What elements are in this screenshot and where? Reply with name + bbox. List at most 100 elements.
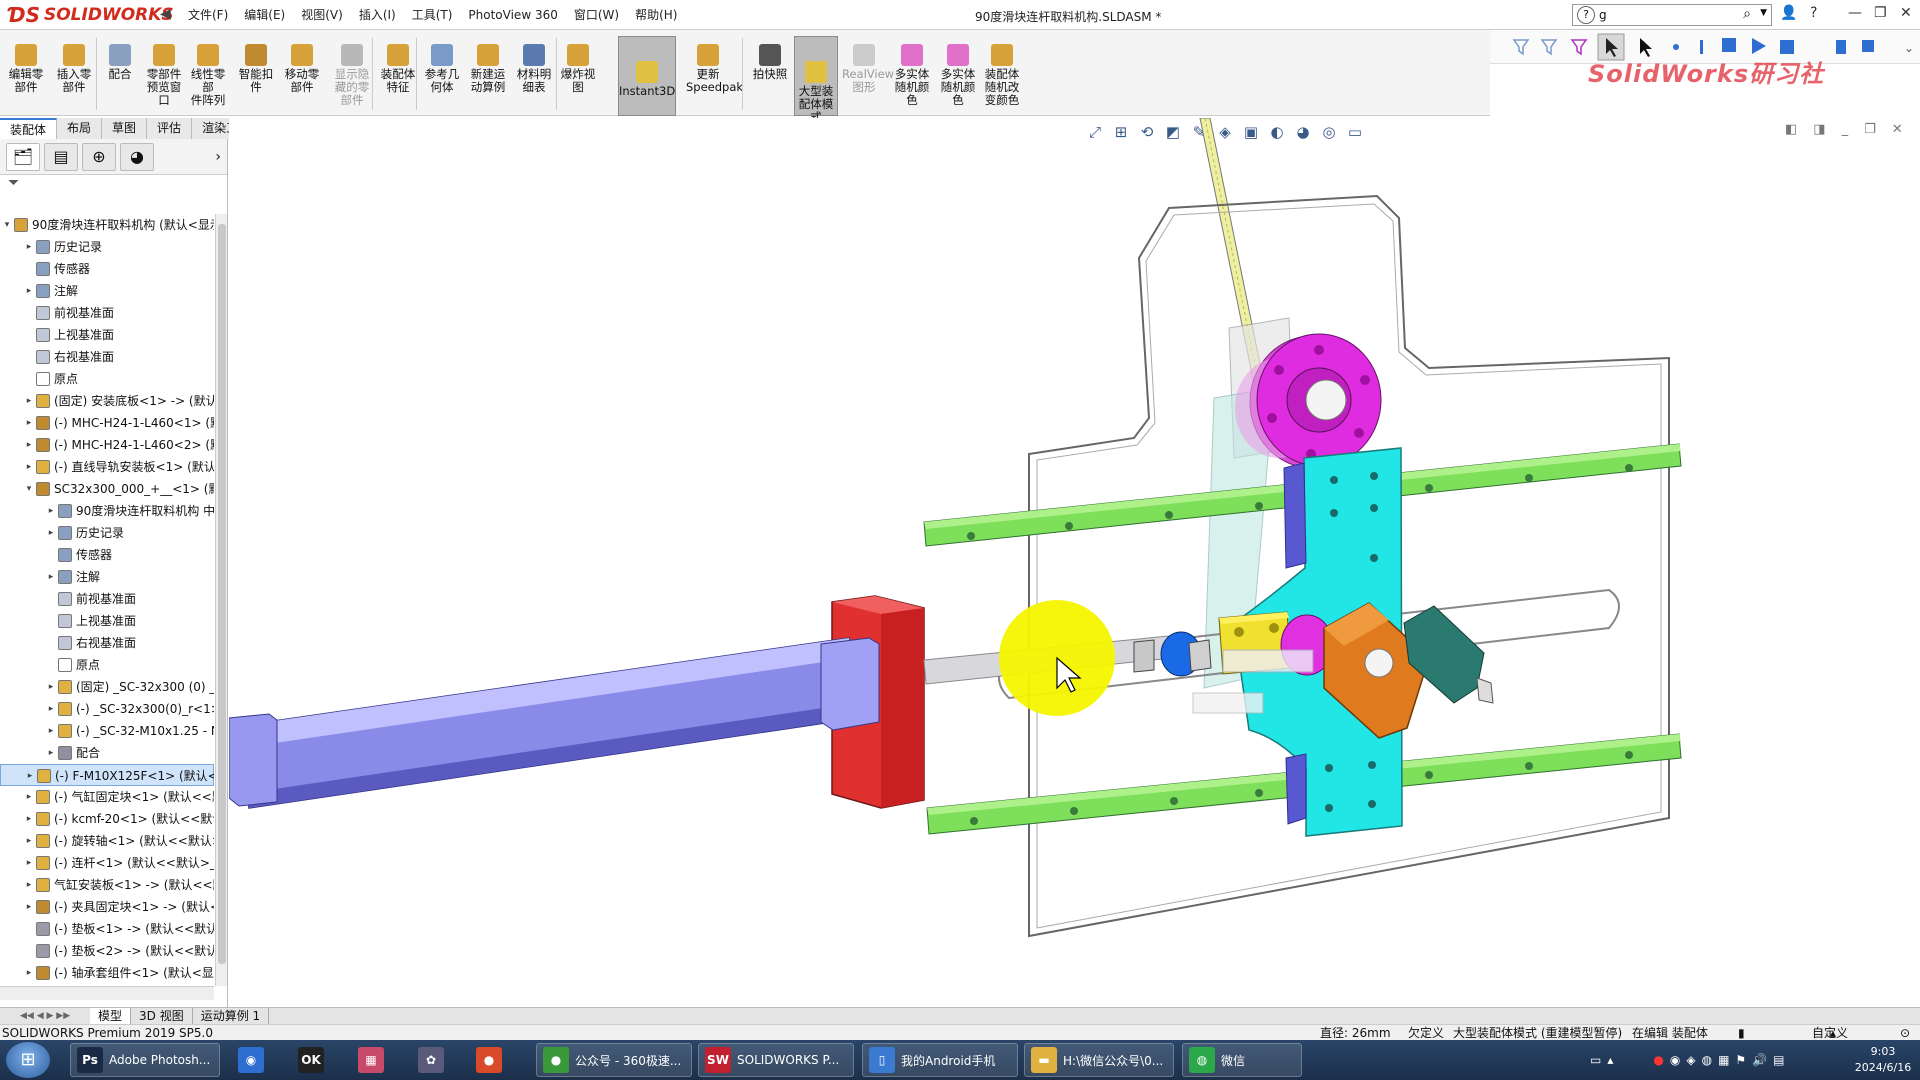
- command-button-6[interactable]: 移动零 部件: [280, 44, 324, 94]
- command-button-3[interactable]: 零部件 预览窗 口: [142, 44, 186, 107]
- expand-arrow-icon[interactable]: ▸: [24, 852, 34, 874]
- expand-arrow-icon[interactable]: ▸: [24, 808, 34, 830]
- taskbar-item-10[interactable]: ◍ 微信: [1182, 1043, 1302, 1077]
- status-chevron-icon[interactable]: ▴: [1830, 1025, 1836, 1041]
- taskbar-item-6[interactable]: ● 公众号 - 360极速...: [536, 1043, 692, 1077]
- expand-arrow-icon[interactable]: ▸: [25, 765, 35, 787]
- tree-node[interactable]: ▸ (固定) 安装底板<1> -> (默认: [0, 390, 214, 412]
- network-icon[interactable]: ▤: [1773, 1053, 1784, 1067]
- tree-node[interactable]: 右视基准面: [0, 346, 214, 368]
- command-button-9[interactable]: 参考几 何体: [420, 44, 464, 94]
- taskbar-item-0[interactable]: Ps Adobe Photosh...: [70, 1043, 220, 1077]
- keyboard-icon[interactable]: ▭: [1590, 1053, 1601, 1067]
- menu-item-3[interactable]: 插入(I): [351, 0, 404, 30]
- tree-node[interactable]: ▸ (-) F-M10X125F<1> (默认<<: [0, 764, 214, 786]
- volume-icon[interactable]: 🔊: [1752, 1053, 1767, 1067]
- command-button-12[interactable]: 爆炸视 图: [556, 44, 600, 94]
- command-button-14[interactable]: 更新 Speedpak: [686, 44, 743, 94]
- expand-arrow-icon[interactable]: ▸: [24, 434, 34, 456]
- close-icon[interactable]: ✕: [1900, 5, 1912, 21]
- expand-arrow-icon[interactable]: ▸: [24, 280, 34, 302]
- help-question-icon[interactable]: ?: [1810, 5, 1817, 21]
- command-button-1[interactable]: 插入零 部件: [52, 44, 96, 94]
- command-button-19[interactable]: 多实体 随机颜 色: [936, 44, 980, 107]
- tree-horizontal-scrollbar[interactable]: [0, 986, 214, 1000]
- taskbar-item-1[interactable]: ◉: [232, 1043, 286, 1077]
- tab-1[interactable]: 布局: [57, 118, 103, 139]
- restore-icon[interactable]: ❐: [1874, 5, 1887, 21]
- command-button-2[interactable]: 配合: [98, 44, 142, 81]
- search-icon[interactable]: ⌕: [1743, 6, 1751, 22]
- tree-node[interactable]: ▸ (固定) _SC-32x300 (0) _c: [0, 676, 214, 698]
- taskbar-item-7[interactable]: SW SOLIDWORKS P...: [698, 1043, 854, 1077]
- tree-node[interactable]: ▾ SC32x300_000_+__<1> (默认: [0, 478, 214, 500]
- tree-node[interactable]: ▸ 注解: [0, 280, 214, 302]
- status-help-icon[interactable]: ⊙: [1900, 1025, 1910, 1041]
- command-button-16[interactable]: 大型装 配体模 式: [794, 36, 838, 124]
- expand-arrow-icon[interactable]: ▸: [46, 566, 56, 588]
- tree-node[interactable]: 上视基准面: [0, 610, 214, 632]
- panel-expand-icon[interactable]: ›: [215, 149, 221, 165]
- flag-icon[interactable]: ⚑: [1735, 1053, 1746, 1067]
- menu-item-7[interactable]: 帮助(H): [627, 0, 685, 30]
- menu-item-1[interactable]: 编辑(E): [236, 0, 293, 30]
- tree-node[interactable]: ▸ (-) kcmf-20<1> (默认<<默认: [0, 808, 214, 830]
- command-button-18[interactable]: 多实体 随机颜 色: [890, 44, 934, 107]
- expand-arrow-icon[interactable]: ▸: [24, 236, 34, 258]
- command-button-4[interactable]: 线性零部 件阵列: [186, 44, 230, 107]
- feature-manager-tab-icon[interactable]: 🗂: [6, 142, 40, 171]
- tree-node[interactable]: ▸ (-) _SC-32x300(0)_r<1>: [0, 698, 214, 720]
- tree-node[interactable]: 右视基准面: [0, 632, 214, 654]
- command-button-10[interactable]: 新建运 动算例: [466, 44, 510, 94]
- expand-arrow-icon[interactable]: ▸: [46, 500, 56, 522]
- expand-arrow-icon[interactable]: ▸: [24, 896, 34, 918]
- bottom-tab-2[interactable]: 运动算例 1: [193, 1007, 270, 1025]
- tree-node[interactable]: ▸ (-) MHC-H24-1-L460<2> (默: [0, 434, 214, 456]
- system-clock[interactable]: 9:03 2024/6/16: [1848, 1044, 1918, 1076]
- expand-arrow-icon[interactable]: ▸: [46, 698, 56, 720]
- record-icon[interactable]: ●: [1653, 1053, 1663, 1067]
- menu-item-6[interactable]: 窗口(W): [566, 0, 627, 30]
- bottom-tab-0[interactable]: 模型: [90, 1007, 132, 1025]
- menu-item-0[interactable]: 文件(F): [180, 0, 236, 30]
- tree-scrollbar[interactable]: [215, 214, 227, 986]
- tree-node[interactable]: (-) 垫板<1> -> (默认<<默认:: [0, 918, 214, 940]
- command-button-17[interactable]: RealView 图形: [842, 44, 894, 94]
- expand-arrow-icon[interactable]: ▸: [46, 522, 56, 544]
- tray-shield-icon[interactable]: ◈: [1686, 1053, 1695, 1067]
- user-icon[interactable]: 👤: [1780, 5, 1797, 21]
- menu-expand-arrow-icon[interactable]: ◀: [160, 6, 171, 22]
- tree-node[interactable]: ▸ 历史记录: [0, 236, 214, 258]
- rebuild-icon[interactable]: ▮: [1738, 1025, 1745, 1041]
- expand-arrow-icon[interactable]: ▾: [24, 478, 34, 500]
- taskbar-item-9[interactable]: ▬ H:\微信公众号\0...: [1024, 1043, 1174, 1077]
- tree-node[interactable]: ▸ (-) 轴承套组件<1> (默认<显示: [0, 962, 214, 984]
- tree-node[interactable]: ▸ (-) 直线导轨安装板<1> (默认: [0, 456, 214, 478]
- tree-node[interactable]: 传感器: [0, 258, 214, 280]
- tree-node[interactable]: ▸ (-) MHC-H24-1-L460<1> (默: [0, 412, 214, 434]
- taskbar-item-5[interactable]: ●: [470, 1043, 530, 1077]
- command-button-13[interactable]: Instant3D: [618, 36, 676, 116]
- assembly-model[interactable]: [229, 118, 1920, 1007]
- taskbar-item-2[interactable]: OK: [292, 1043, 346, 1077]
- tree-node[interactable]: 前视基准面: [0, 588, 214, 610]
- minimize-icon[interactable]: —: [1848, 5, 1862, 21]
- expand-arrow-icon[interactable]: ▸: [46, 676, 56, 698]
- tree-node[interactable]: ▸ (-) 连杆<1> (默认<<默认>_显: [0, 852, 214, 874]
- search-box[interactable]: ? g ⌕ ▼: [1572, 4, 1772, 26]
- tray-grid-icon[interactable]: ▦: [1718, 1053, 1729, 1067]
- tree-node[interactable]: ▸ (-) 气缸固定块<1> (默认<<默: [0, 786, 214, 808]
- expand-arrow-icon[interactable]: ▸: [24, 456, 34, 478]
- taskbar-item-8[interactable]: ▯ 我的Android手机: [862, 1043, 1018, 1077]
- tree-node[interactable]: ▸ (-) _SC-32-M10x1.25 - N: [0, 720, 214, 742]
- tree-node[interactable]: 原点: [0, 654, 214, 676]
- command-button-0[interactable]: 编辑零 部件: [4, 44, 48, 94]
- search-input[interactable]: g: [1599, 8, 1607, 22]
- tree-node[interactable]: 传感器: [0, 544, 214, 566]
- command-button-20[interactable]: 装配体 随机改 变颜色: [980, 44, 1024, 107]
- wechat-tray-icon[interactable]: ◍: [1702, 1053, 1712, 1067]
- configuration-manager-tab-icon[interactable]: ⊕: [82, 142, 116, 171]
- command-button-8[interactable]: 装配体 特征: [376, 44, 420, 94]
- tree-node[interactable]: ▸ 90度滑块连杆取料机构 中: [0, 500, 214, 522]
- menu-item-2[interactable]: 视图(V): [293, 0, 351, 30]
